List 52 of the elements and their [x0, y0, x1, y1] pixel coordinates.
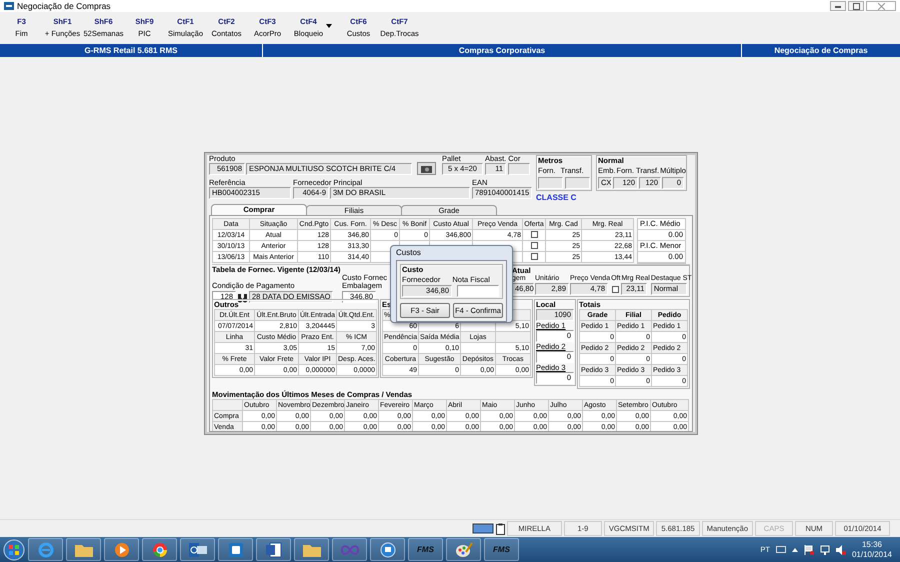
taskbar-button[interactable]: FMS: [484, 538, 519, 561]
taskbar-button[interactable]: [142, 538, 177, 561]
checkbox[interactable]: [530, 231, 538, 238]
folder-icon: [302, 542, 320, 556]
empty-field: [508, 163, 530, 175]
invoice-field[interactable]: [457, 285, 499, 297]
window-title: Negociação de Compras: [17, 1, 111, 11]
app-version-label: G-RMS Retail 5.681 RMS: [0, 44, 263, 57]
checkbox[interactable]: [612, 286, 620, 292]
taskbar-button[interactable]: FMS: [408, 538, 443, 561]
binoculars-icon[interactable]: [237, 294, 248, 303]
checkbox[interactable]: [530, 242, 538, 250]
taskbar-button[interactable]: [446, 538, 481, 561]
folder-icon: [74, 542, 92, 556]
taskbar-button[interactable]: [104, 538, 139, 561]
restore-icon: [852, 2, 860, 10]
speaker-icon[interactable]: [836, 544, 846, 554]
empty-field: [538, 177, 563, 189]
close-button[interactable]: [866, 1, 896, 11]
flag-icon[interactable]: [804, 544, 814, 554]
play-icon: [114, 542, 130, 558]
clock[interactable]: 15:36 01/10/2014: [852, 540, 892, 560]
up-arrow-icon[interactable]: [792, 548, 798, 552]
infinity-icon: [340, 544, 360, 556]
palette-icon: [454, 542, 472, 558]
network-icon[interactable]: [820, 544, 830, 554]
minimize-button[interactable]: [830, 1, 846, 11]
class-label: CLASSE C: [536, 193, 578, 202]
keyboard-icon[interactable]: [776, 546, 786, 553]
clipboard-icon: [496, 522, 505, 534]
taskbar-button[interactable]: [256, 538, 291, 561]
mail-icon: [188, 542, 206, 556]
taskbar-button[interactable]: [332, 538, 367, 561]
dialog-title: Custos: [396, 247, 422, 259]
module-title: Compras Corporativas: [263, 44, 742, 57]
empty-field: [565, 177, 590, 189]
start-button[interactable]: [3, 538, 25, 560]
taskbar-button[interactable]: [180, 538, 215, 561]
camera-icon: [421, 164, 432, 172]
taskbar-button[interactable]: [66, 538, 101, 561]
minimize-icon: [835, 4, 841, 8]
document-icon: [266, 542, 282, 558]
camera-button[interactable]: [417, 162, 436, 175]
taskbar-button[interactable]: [294, 538, 329, 561]
close-icon: [878, 2, 884, 10]
caret-icon[interactable]: [326, 24, 332, 28]
checkbox[interactable]: [530, 253, 538, 260]
restore-button[interactable]: [848, 1, 864, 11]
screen-title: Negociação de Compras: [773, 45, 869, 57]
taskbar-button[interactable]: [370, 538, 405, 561]
monitor-icon: [472, 523, 494, 534]
taskbar-button[interactable]: [218, 538, 253, 561]
